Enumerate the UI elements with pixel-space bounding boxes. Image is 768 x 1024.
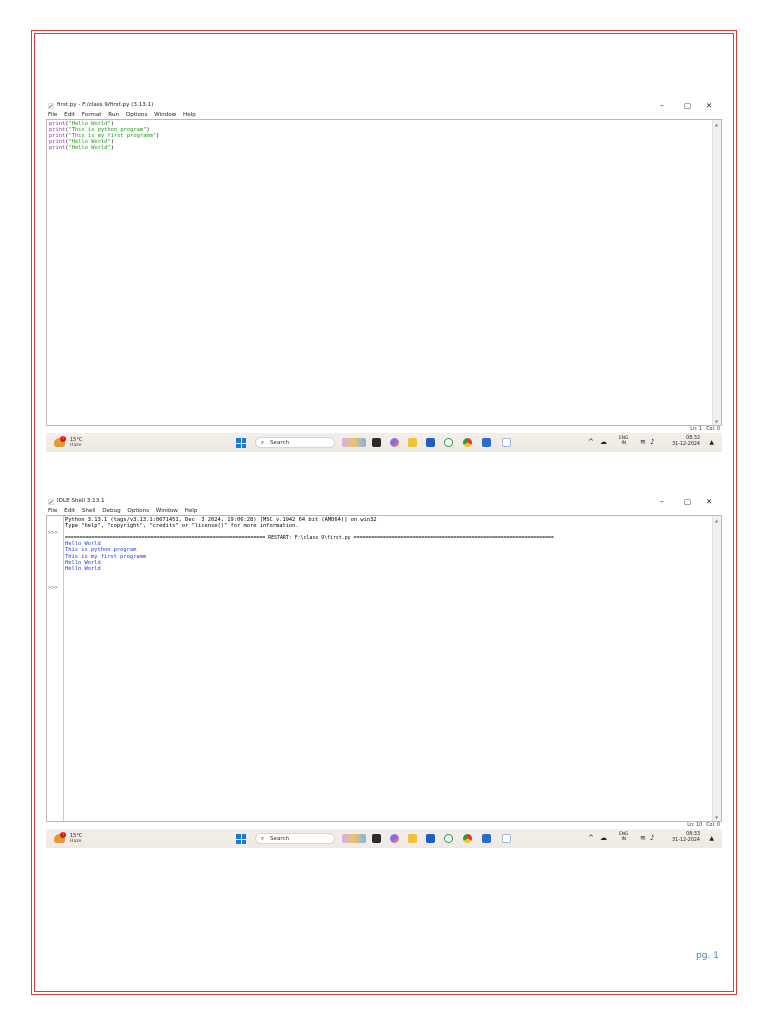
menu-file[interactable]: File (48, 508, 57, 514)
taskbar-search[interactable]: ⌕ Search (255, 437, 335, 448)
word-icon[interactable] (482, 834, 491, 843)
page-number: pg. 1 (696, 951, 719, 961)
onedrive-icon[interactable]: ☁ (600, 834, 607, 842)
minimize-button[interactable]: – (660, 496, 664, 507)
system-tray: ^ ☁ ENG IN ≋ ♪ (586, 433, 722, 452)
menu-help[interactable]: Help (185, 508, 198, 514)
shell-titlebar: IDLE Shell 3.13.1 – ▢ ✕ (46, 496, 722, 507)
windows-logo-icon[interactable] (236, 834, 246, 844)
whatsapp-icon[interactable] (444, 834, 453, 843)
vertical-scrollbar[interactable]: ▲ ▼ (712, 516, 721, 821)
scroll-up-arrow-icon[interactable]: ▲ (715, 122, 718, 127)
bell-icon[interactable]: ▲ (709, 439, 714, 446)
menu-edit[interactable]: Edit (64, 112, 75, 118)
weather-condition: Haze (70, 443, 82, 448)
file-explorer-icon[interactable] (408, 438, 417, 447)
menu-edit[interactable]: Edit (64, 508, 75, 514)
copilot-widget-icon[interactable] (342, 438, 366, 447)
column-number: Col: 0 (706, 823, 720, 828)
bell-icon[interactable]: ▲ (709, 835, 714, 842)
search-icon: ⌕ (261, 836, 265, 842)
editor-titlebar: first.py - F:/class 9/first.py (3.13.1) … (46, 100, 722, 111)
output-line: Hello World (65, 565, 101, 572)
wifi-icon[interactable]: ≋ (640, 438, 646, 446)
python-idle-icon[interactable] (502, 834, 511, 843)
store-icon[interactable] (426, 834, 435, 843)
store-icon[interactable] (426, 438, 435, 447)
menu-format[interactable]: Format (82, 112, 102, 118)
maximize-button[interactable]: ▢ (684, 100, 691, 111)
copilot-widget-icon[interactable] (342, 834, 366, 843)
wifi-icon[interactable]: ≋ (640, 834, 646, 842)
menu-window[interactable]: Window (156, 508, 178, 514)
onedrive-icon[interactable]: ☁ (600, 438, 607, 446)
shell-window-title: IDLE Shell 3.13.1 (57, 498, 105, 504)
weather-condition: Haze (70, 839, 82, 844)
editor-window-title: first.py - F:/class 9/first.py (3.13.1) (57, 102, 154, 108)
volume-icon[interactable]: ♪ (650, 438, 654, 446)
shell-prompt: >>> (48, 585, 58, 591)
copilot-icon[interactable] (390, 834, 399, 843)
shell-prompt: >>> (48, 530, 58, 536)
close-button[interactable]: ✕ (706, 100, 712, 111)
menu-run[interactable]: Run (108, 112, 119, 118)
chevron-up-icon[interactable]: ^ (588, 438, 594, 446)
editor-statusbar: Ln: 1 Col: 0 (46, 426, 722, 433)
menu-options[interactable]: Options (127, 508, 149, 514)
taskbar: ! 15°C Haze ⌕ Search ^ ☁ ENG IN ≋ ♪ 08:32 3… (46, 433, 722, 452)
shell-output-area[interactable]: >>> >>> Python 3.13.1 (tags/v3.13.1:0671… (46, 515, 722, 822)
code-editor[interactable]: print("Hello World") print("This is pyth… (46, 119, 722, 426)
line-number: Ln: 10 (687, 823, 703, 828)
chevron-up-icon[interactable]: ^ (588, 834, 594, 842)
minimize-button[interactable]: – (660, 100, 664, 111)
task-view-icon[interactable] (372, 438, 381, 447)
menu-help[interactable]: Help (183, 112, 196, 118)
menu-options[interactable]: Options (126, 112, 148, 118)
menu-shell[interactable]: Shell (82, 508, 96, 514)
menu-window[interactable]: Window (154, 112, 176, 118)
scroll-down-arrow-icon[interactable]: ▼ (715, 815, 718, 820)
column-number: Col: 0 (706, 427, 720, 432)
menu-debug[interactable]: Debug (102, 508, 120, 514)
windows-logo-icon[interactable] (236, 438, 246, 448)
editor-menubar: File Edit Format Run Options Window Help (46, 111, 722, 119)
close-button[interactable]: ✕ (706, 496, 712, 507)
taskbar-search[interactable]: ⌕ Search (255, 833, 335, 844)
weather-alert-badge: ! (60, 436, 66, 442)
maximize-button[interactable]: ▢ (684, 496, 691, 507)
shell-screenshot: IDLE Shell 3.13.1 – ▢ ✕ File Edit Shell … (46, 496, 722, 848)
python-idle-icon (48, 499, 54, 505)
chrome-icon[interactable] (463, 834, 472, 843)
shell-statusbar: Ln: 10 Col: 0 (46, 822, 722, 829)
clock[interactable]: 08:33 31-12-2024 (672, 832, 700, 844)
editor-screenshot: first.py - F:/class 9/first.py (3.13.1) … (46, 100, 722, 452)
scroll-down-arrow-icon[interactable]: ▼ (715, 419, 718, 424)
taskbar: ! 15°C Haze ⌕ Search ^ ☁ ENG IN ≋ ♪ 08:33 3… (46, 829, 722, 848)
vertical-scrollbar[interactable]: ▲ ▼ (712, 120, 721, 425)
scroll-up-arrow-icon[interactable]: ▲ (715, 518, 718, 523)
line-number: Ln: 1 (690, 427, 703, 432)
task-view-icon[interactable] (372, 834, 381, 843)
shell-menubar: File Edit Shell Debug Options Window Hel… (46, 507, 722, 515)
language-indicator[interactable]: ENG IN (619, 436, 628, 446)
weather-alert-badge: ! (60, 832, 66, 838)
code-line: print("Hello World") (49, 145, 114, 152)
menu-file[interactable]: File (48, 112, 57, 118)
copilot-icon[interactable] (390, 438, 399, 447)
python-idle-icon[interactable] (502, 438, 511, 447)
language-indicator[interactable]: ENG IN (619, 832, 628, 842)
search-icon: ⌕ (261, 440, 265, 446)
volume-icon[interactable]: ♪ (650, 834, 654, 842)
chrome-icon[interactable] (463, 438, 472, 447)
whatsapp-icon[interactable] (444, 438, 453, 447)
system-tray: ^ ☁ ENG IN ≋ ♪ (586, 829, 722, 848)
python-idle-icon (48, 103, 54, 109)
file-explorer-icon[interactable] (408, 834, 417, 843)
prompt-gutter: >>> >>> (47, 516, 64, 821)
clock[interactable]: 08:32 31-12-2024 (672, 436, 700, 448)
word-icon[interactable] (482, 438, 491, 447)
